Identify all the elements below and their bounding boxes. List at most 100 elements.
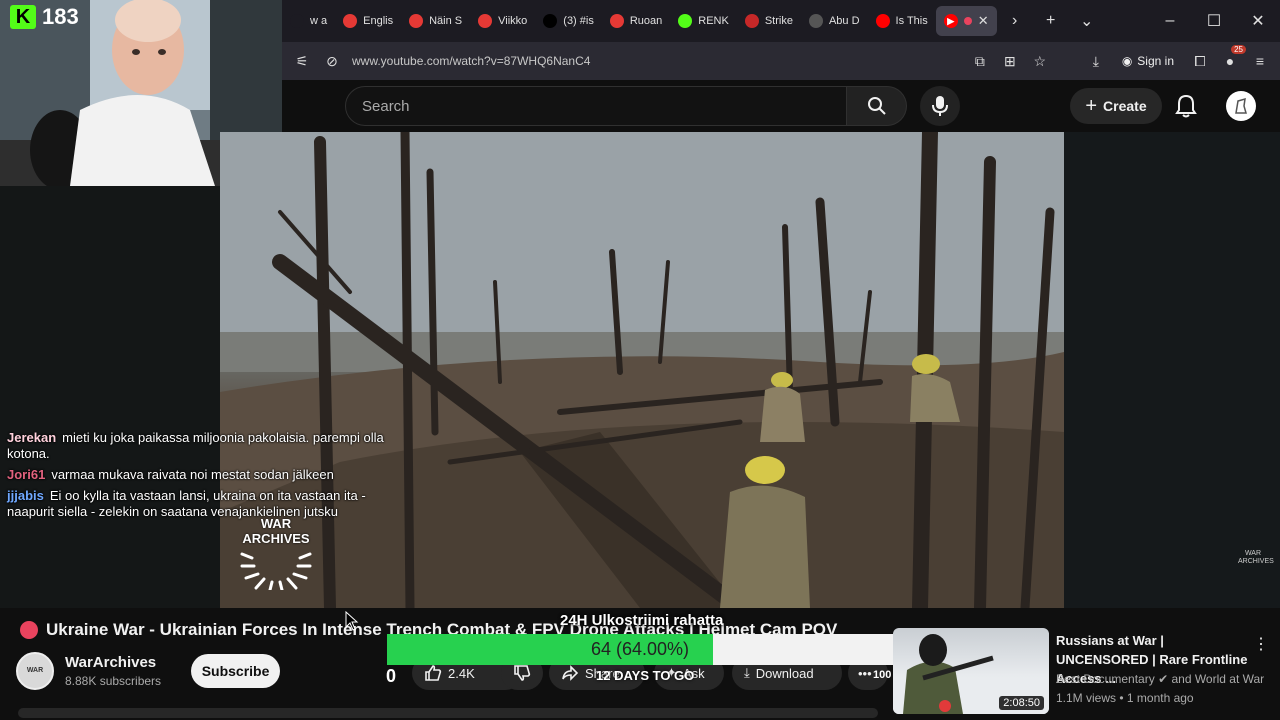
menu-icon[interactable]: ≡	[1250, 53, 1270, 69]
download-icon: ⤓	[744, 665, 750, 680]
search-input[interactable]: Search	[345, 86, 847, 126]
viewer-counter: K 183	[10, 4, 79, 30]
war-archives-watermark: WAR ARCHIVES	[232, 516, 320, 593]
subscribe-button[interactable]: Subscribe	[191, 654, 281, 688]
inv-icon	[808, 14, 823, 28]
recommended-stats: 1.1M views • 1 month ago	[1056, 691, 1194, 705]
more-horizontal-icon: •••	[858, 665, 872, 681]
recommended-meta: Best Documentary ✔ and World at War 1.1M…	[1056, 670, 1264, 708]
downloads-icon[interactable]: ⤓	[1086, 53, 1106, 70]
laurel-icon	[240, 552, 312, 592]
maximize-icon[interactable]: ☐	[1192, 6, 1236, 36]
user-avatar-glyph-icon	[1235, 97, 1247, 114]
recommended-channel-line: Best Documentary ✔ and World at War	[1056, 670, 1264, 689]
browser-tab[interactable]: Englis	[335, 6, 401, 36]
recommended-channel[interactable]: Best Documentary	[1056, 672, 1155, 686]
recommended-channel-extra: and World at War	[1171, 672, 1265, 686]
browser-tab[interactable]: Is This	[868, 6, 936, 36]
browser-tab[interactable]: (3) #is	[535, 6, 602, 36]
plus-icon: +	[1085, 94, 1098, 117]
browser-tab[interactable]: Ruoan	[602, 6, 670, 36]
tab-label: Näin S	[429, 15, 463, 27]
channel-avatar[interactable]: WAR	[16, 652, 54, 690]
browser-tab[interactable]: Viikko	[470, 6, 535, 36]
tracking-protection-icon[interactable]: ⊘	[322, 53, 342, 70]
browser-tab[interactable]: Abu D	[801, 6, 868, 36]
window-controls: – ☐ ✕	[1148, 6, 1280, 36]
create-button[interactable]: + Create	[1070, 88, 1162, 124]
right-backdrop	[1064, 132, 1280, 608]
chat-message: Jerekan mieti ku joka paikassa miljoonia …	[7, 430, 387, 462]
account-avatar-icon[interactable]	[1226, 91, 1256, 121]
news-icon	[343, 14, 358, 28]
browser-tab[interactable]: RENK	[670, 6, 737, 36]
tab-label: w a	[310, 15, 328, 27]
youtube-icon	[875, 14, 890, 28]
tab-label: (3) #is	[563, 15, 594, 27]
channel-name[interactable]: WarArchives	[65, 654, 161, 671]
sign-in-button[interactable]: ◉ Sign in	[1116, 54, 1180, 68]
channel-row: WAR WarArchives 8.88K subscribers Subscr…	[16, 652, 281, 690]
browser-tab[interactable]: Näin S	[401, 6, 470, 36]
tabs-scroll-right-icon[interactable]: ›	[997, 6, 1033, 36]
subscriber-count: 8.88K subscribers	[65, 674, 162, 688]
notifications-bell-icon[interactable]	[1175, 94, 1197, 118]
extension-badge: 25	[1231, 45, 1246, 54]
extension-icon[interactable]: ● 25	[1220, 45, 1246, 69]
bookmark-star-icon[interactable]: ☆	[1030, 53, 1050, 70]
new-tab-icon[interactable]: +	[1033, 6, 1069, 36]
viewer-count: 183	[42, 4, 79, 29]
tab-label: Abu D	[828, 15, 860, 27]
microphone-icon	[932, 96, 948, 116]
goal-label: 24H Ulkostriimi rahatta	[560, 612, 724, 629]
address-bar: ⚟ ⊘ www.youtube.com/watch?v=87WHQ6NanC4 …	[282, 42, 1280, 80]
live-indicator-icon	[20, 621, 38, 639]
tab-label: Ruoan	[629, 15, 663, 27]
search-icon	[867, 97, 886, 115]
chat-text: varmaa mukava raivata noi mestat sodan j…	[51, 467, 334, 482]
blank-icon	[290, 14, 304, 28]
site-permissions-icon[interactable]: ⚟	[292, 53, 312, 70]
chat-username: Jori61	[7, 467, 46, 482]
browser-tab[interactable]: Strike	[737, 6, 801, 36]
watermark-line2: ARCHIVES	[242, 531, 310, 546]
description-box[interactable]	[18, 708, 878, 718]
strike-icon	[744, 14, 759, 28]
video-player[interactable]	[220, 132, 1064, 608]
voice-search-button[interactable]	[920, 86, 960, 126]
overlay-number: 100	[873, 669, 892, 681]
chat-message: jjjabis Ei oo kylla ita vastaan lansi, uk…	[7, 488, 387, 520]
browser-tab[interactable]: w a	[282, 6, 335, 36]
url-field[interactable]: ⚟ ⊘ www.youtube.com/watch?v=87WHQ6NanC4	[292, 46, 970, 76]
channel-avatar-text: WAR	[26, 667, 44, 674]
save-to-pocket-icon[interactable]: ⊞	[1000, 53, 1020, 70]
more-vertical-icon[interactable]: ⋮	[1253, 634, 1269, 654]
youtube-header: Search + Create	[282, 80, 1280, 132]
corner-watermark-line2: ARCHIVES	[1238, 558, 1274, 565]
close-tab-icon[interactable]: ✕	[978, 13, 989, 29]
address-bar-actions: ⧉ ⊞ ☆ ⤓ ◉ Sign in ⧠ ● 25 ≡	[970, 45, 1270, 70]
extensions-icon[interactable]: ⧠	[1190, 53, 1210, 70]
recommended-video[interactable]: 2:08:50 Russians at War | UNCENSORED | R…	[893, 628, 1280, 718]
url-text[interactable]: www.youtube.com/watch?v=87WHQ6NanC4	[352, 54, 590, 68]
recommended-thumbnail[interactable]: 2:08:50	[893, 628, 1049, 714]
goal-progress-bar: 64 (64.00%)	[387, 634, 893, 665]
tab-list-chevron-down-icon[interactable]: ⌄	[1069, 6, 1105, 36]
corner-watermark-icon: WAR ARCHIVES	[1238, 550, 1274, 566]
channel-info: WarArchives 8.88K subscribers	[65, 654, 161, 688]
chat-username: jjjabis	[7, 488, 44, 503]
tab-label: Viikko	[498, 15, 528, 27]
tab-label: Strike	[764, 15, 793, 27]
tab-label: Englis	[363, 15, 394, 27]
chat-overlay: Jerekan mieti ku joka paikassa miljoonia …	[7, 430, 387, 525]
tab-active[interactable]: ▶ ✕	[935, 6, 997, 36]
youtube-icon: ▶	[943, 14, 958, 28]
search-button[interactable]	[847, 86, 907, 126]
chat-text: mieti ku joka paikassa miljoonia pakolai…	[7, 430, 384, 461]
picture-in-picture-icon[interactable]: ⧉	[970, 53, 990, 70]
minimize-icon[interactable]: –	[1148, 6, 1192, 36]
recording-dot-icon	[963, 17, 972, 25]
left-backdrop	[0, 186, 220, 608]
window-close-icon[interactable]: ✕	[1236, 6, 1280, 36]
screen: K 183 w a Englis Näin S Viikko (3) #is Ruoan R…	[0, 0, 1280, 720]
